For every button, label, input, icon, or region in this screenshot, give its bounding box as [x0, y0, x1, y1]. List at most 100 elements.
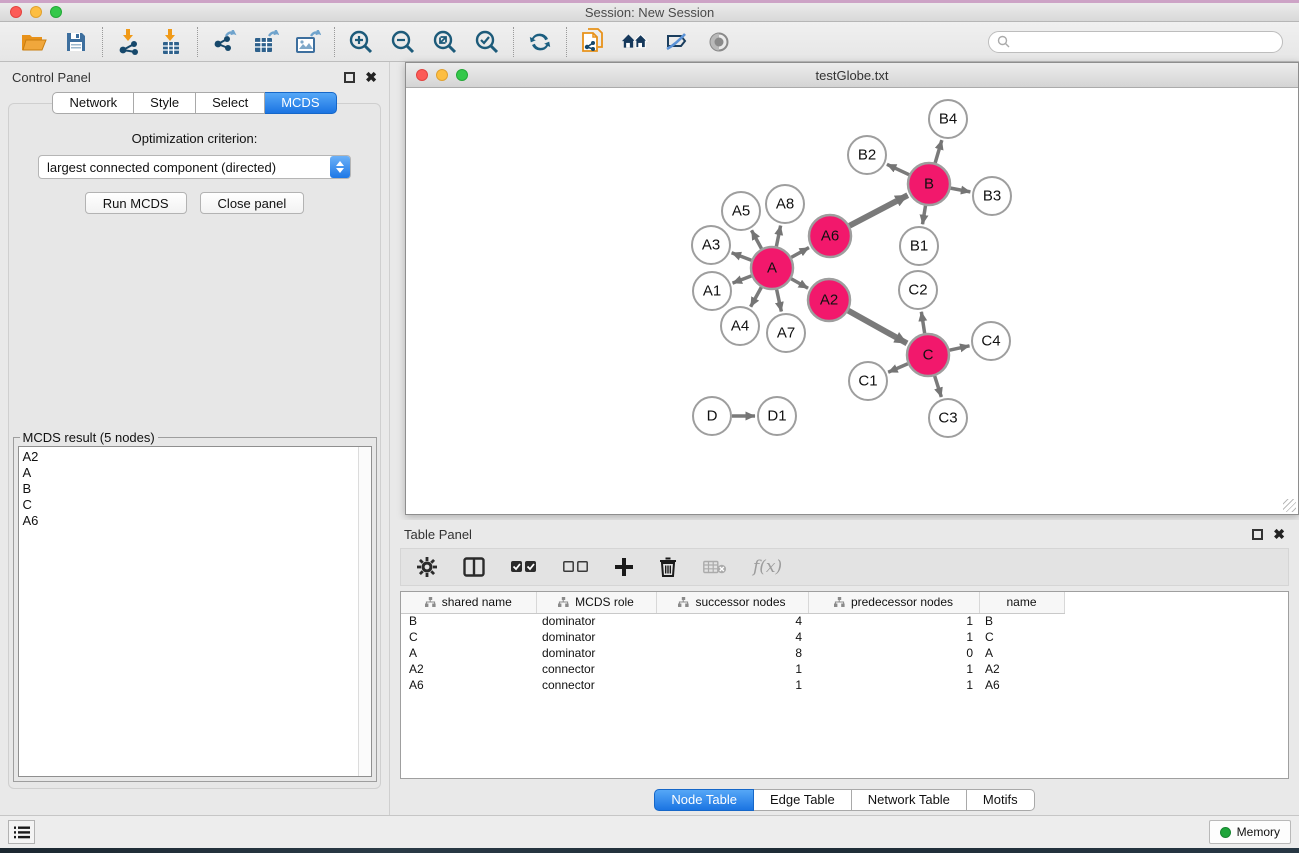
add-column-icon[interactable] — [615, 558, 633, 576]
split-view-icon[interactable] — [463, 557, 485, 577]
select-all-icon[interactable] — [511, 561, 537, 573]
edge-A-A1[interactable] — [733, 276, 752, 283]
eye-icon[interactable] — [705, 28, 733, 56]
column-header-shared-name[interactable]: shared name — [401, 592, 536, 613]
network-canvas[interactable]: AA1A2A3A4A5A6A7A8BB1B2B3B4CC1C2C3C4DD1 — [406, 88, 1298, 514]
node-A4[interactable]: A4 — [721, 307, 759, 345]
task-history-button[interactable] — [8, 820, 35, 844]
node-B2[interactable]: B2 — [848, 136, 886, 174]
node-C3[interactable]: C3 — [929, 399, 967, 437]
deselect-all-icon[interactable] — [563, 561, 589, 573]
node-C2[interactable]: C2 — [899, 271, 937, 309]
column-header-name[interactable]: name — [979, 592, 1064, 613]
result-item[interactable]: A — [23, 465, 371, 481]
edge-A-A7[interactable] — [777, 290, 782, 312]
table-tab-motifs[interactable]: Motifs — [967, 789, 1035, 811]
tab-network[interactable]: Network — [52, 92, 134, 114]
table-tab-node-table[interactable]: Node Table — [654, 789, 754, 811]
result-item[interactable]: A6 — [23, 513, 371, 529]
tab-select[interactable]: Select — [196, 92, 265, 114]
column-header-predecessor-nodes[interactable]: predecessor nodes — [808, 592, 979, 613]
zoom-selected-icon[interactable] — [473, 28, 501, 56]
export-network-icon[interactable] — [210, 28, 238, 56]
tab-style[interactable]: Style — [134, 92, 196, 114]
import-table-icon[interactable] — [157, 28, 185, 56]
edge-B-B4[interactable] — [935, 140, 942, 163]
node-B1[interactable]: B1 — [900, 227, 938, 265]
network-from-selection-icon[interactable] — [579, 28, 607, 56]
edge-A-A5[interactable] — [752, 230, 762, 248]
float-panel-icon[interactable] — [344, 72, 355, 83]
node-A[interactable]: A — [751, 247, 793, 289]
table-tab-network-table[interactable]: Network Table — [852, 789, 967, 811]
edge-C-C4[interactable] — [949, 346, 969, 350]
node-B4[interactable]: B4 — [929, 100, 967, 138]
open-file-icon[interactable] — [20, 28, 48, 56]
edge-A-A2[interactable] — [791, 279, 808, 288]
trash-icon[interactable] — [659, 557, 677, 577]
close-table-panel-icon[interactable]: ✖ — [1273, 529, 1285, 540]
houses-icon[interactable] — [621, 28, 649, 56]
edge-A-A4[interactable] — [751, 287, 762, 306]
node-table[interactable]: shared nameMCDS rolesuccessor nodesprede… — [400, 591, 1289, 779]
close-panel-button[interactable]: Close panel — [200, 192, 305, 214]
edge-B-B2[interactable] — [887, 164, 909, 174]
node-D1[interactable]: D1 — [758, 397, 796, 435]
node-C4[interactable]: C4 — [972, 322, 1010, 360]
close-panel-icon[interactable]: ✖ — [365, 72, 377, 83]
node-A7[interactable]: A7 — [767, 314, 805, 352]
zoom-out-icon[interactable] — [389, 28, 417, 56]
node-C1[interactable]: C1 — [849, 362, 887, 400]
node-D[interactable]: D — [693, 397, 731, 435]
refresh-icon[interactable] — [526, 28, 554, 56]
memory-button[interactable]: Memory — [1209, 820, 1291, 844]
edge-A6-B[interactable] — [849, 195, 907, 226]
edge-B-B3[interactable] — [951, 188, 971, 192]
import-network-icon[interactable] — [115, 28, 143, 56]
criterion-select[interactable]: largest connected component (directed) — [38, 155, 351, 179]
gear-icon[interactable] — [417, 557, 437, 577]
edge-A2-C[interactable] — [848, 311, 907, 344]
edge-C-C2[interactable] — [921, 312, 924, 334]
export-table-icon[interactable] — [252, 28, 280, 56]
result-item[interactable]: A2 — [23, 449, 371, 465]
save-session-icon[interactable] — [62, 28, 90, 56]
zoom-fit-icon[interactable] — [431, 28, 459, 56]
result-item[interactable]: B — [23, 481, 371, 497]
node-A6[interactable]: A6 — [809, 215, 851, 257]
node-A1[interactable]: A1 — [693, 272, 731, 310]
search-field[interactable] — [988, 31, 1283, 53]
mcds-result-list[interactable]: A2ABCA6 — [18, 446, 372, 777]
search-input[interactable] — [1010, 35, 1282, 49]
table-row[interactable]: A2connector11A2 — [401, 661, 1276, 677]
node-B[interactable]: B — [908, 163, 950, 205]
export-image-icon[interactable] — [294, 28, 322, 56]
edge-A-A6[interactable] — [791, 248, 809, 258]
edge-A-A3[interactable] — [732, 253, 752, 260]
hide-labels-icon[interactable] — [663, 28, 691, 56]
network-graph[interactable]: AA1A2A3A4A5A6A7A8BB1B2B3B4CC1C2C3C4DD1 — [406, 88, 1298, 514]
table-row[interactable]: Adominator80A — [401, 645, 1276, 661]
result-item[interactable]: C — [23, 497, 371, 513]
result-scrollbar[interactable] — [358, 447, 371, 776]
edge-C-C3[interactable] — [935, 376, 942, 397]
float-table-panel-icon[interactable] — [1252, 529, 1263, 540]
tab-mcds[interactable]: MCDS — [265, 92, 336, 114]
node-B3[interactable]: B3 — [973, 177, 1011, 215]
window-resize-grip[interactable] — [1283, 499, 1296, 512]
run-mcds-button[interactable]: Run MCDS — [85, 192, 187, 214]
node-A5[interactable]: A5 — [722, 192, 760, 230]
network-window-titlebar[interactable]: testGlobe.txt — [406, 63, 1298, 88]
column-header-successor-nodes[interactable]: successor nodes — [656, 592, 808, 613]
table-row[interactable]: Cdominator41C — [401, 629, 1276, 645]
node-C[interactable]: C — [907, 334, 949, 376]
edge-A-A8[interactable] — [776, 226, 780, 247]
zoom-in-icon[interactable] — [347, 28, 375, 56]
edge-B-B1[interactable] — [923, 206, 926, 225]
table-row[interactable]: A6connector11A6 — [401, 677, 1276, 693]
table-row[interactable]: Bdominator41B — [401, 613, 1276, 629]
table-tab-edge-table[interactable]: Edge Table — [754, 789, 852, 811]
edge-C-C1[interactable] — [888, 364, 908, 373]
node-A3[interactable]: A3 — [692, 226, 730, 264]
column-header-MCDS-role[interactable]: MCDS role — [536, 592, 656, 613]
